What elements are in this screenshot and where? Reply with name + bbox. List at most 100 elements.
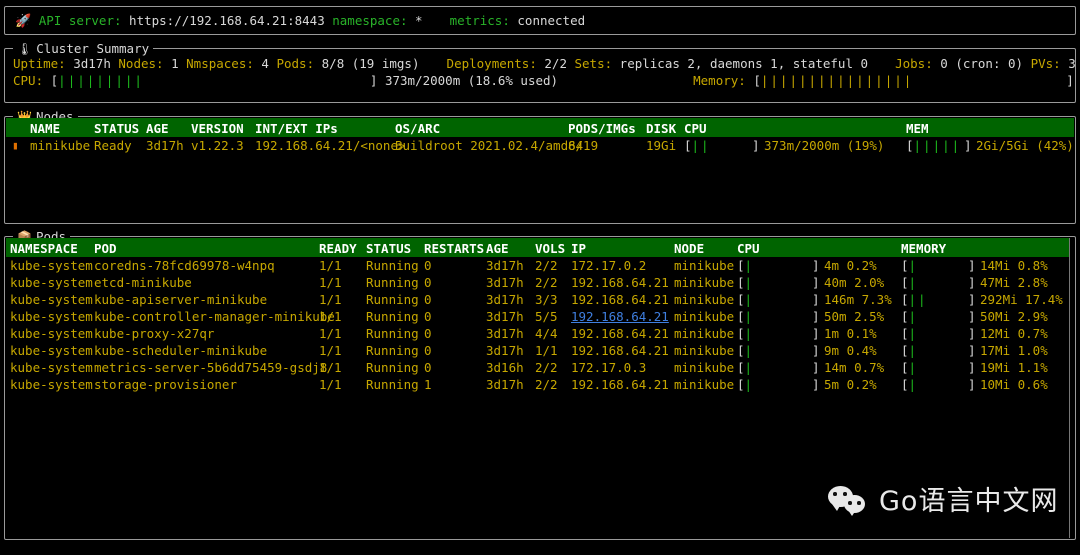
- pods-scrollbar[interactable]: [1069, 238, 1074, 538]
- pod-memory-gauge: [|: [901, 376, 918, 393]
- nodes-col-cpu[interactable]: CPU: [684, 120, 707, 137]
- pods-col-cpu[interactable]: CPU: [737, 240, 760, 257]
- pod-memory-bars: |: [909, 326, 919, 341]
- pod-memory-gauge: [|: [901, 342, 918, 359]
- pods-col-restarts[interactable]: RESTARTS: [424, 240, 484, 257]
- pod-cpu-bars: |: [745, 275, 755, 290]
- pod-restarts: 0: [424, 274, 432, 291]
- pod-namespace: kube-system: [10, 342, 93, 359]
- pod-memory-gauge-end: ]: [968, 342, 976, 359]
- pod-namespace: kube-system: [10, 376, 93, 393]
- pod-cpu-value: 50m 2.5%: [824, 308, 884, 325]
- pod-row[interactable]: kube-systemkube-proxy-x27qr1/1Running03d…: [6, 325, 1074, 342]
- nodes-value: 1: [171, 56, 179, 71]
- pod-row[interactable]: kube-systemkube-apiserver-minikube1/1Run…: [6, 291, 1074, 308]
- nodes-col-osarc[interactable]: OS/ARC: [395, 120, 440, 137]
- nodes-col-name[interactable]: NAME: [30, 120, 60, 137]
- pod-cpu-value: 1m 0.1%: [824, 325, 877, 342]
- pod-ip: 192.168.64.21: [571, 308, 669, 325]
- pods-col-ip[interactable]: IP: [571, 240, 586, 257]
- pod-age: 3d17h: [486, 342, 524, 359]
- namespace-value: *: [415, 13, 423, 28]
- pod-ready: 1/1: [319, 342, 342, 359]
- pod-vols: 2/2: [535, 376, 558, 393]
- pod-restarts: 0: [424, 291, 432, 308]
- pod-row[interactable]: kube-systemmetrics-server-5b6dd75459-gsd…: [6, 359, 1074, 376]
- node-row[interactable]: ▮ minikube Ready 3d17h v1.22.3 192.168.6…: [6, 137, 1074, 154]
- nodes-col-version[interactable]: VERSION: [191, 120, 244, 137]
- pod-node: minikube: [674, 342, 734, 359]
- api-info-row: 🚀 API server: https://192.168.64.21:8443…: [5, 7, 1075, 30]
- nodes-col-disk[interactable]: DISK: [646, 120, 676, 137]
- cluster-summary-line-2: CPU: [|||||||||] 373m/2000m (18.6% used)…: [13, 72, 1080, 89]
- pod-name: kube-apiserver-minikube: [94, 291, 267, 308]
- pod-cpu-gauge: [|: [737, 257, 754, 274]
- node-cpu-value: 373m/2000m (19%): [764, 137, 884, 154]
- cluster-summary-panel: 🌡 Cluster Summary Uptime: 3d17h Nodes: 1…: [4, 48, 1076, 103]
- pods-col-age[interactable]: AGE: [486, 240, 509, 257]
- pod-ip: 192.168.64.21: [571, 325, 669, 342]
- pod-cpu-value: 14m 0.7%: [824, 359, 884, 376]
- pod-status: Running: [366, 274, 419, 291]
- nodes-col-mem[interactable]: MEM: [906, 120, 929, 137]
- uptime-label: Uptime:: [13, 56, 66, 71]
- nmspaces-value: 4: [261, 56, 269, 71]
- pod-cpu-bars: |: [745, 377, 755, 392]
- pod-memory-gauge: [|: [901, 274, 918, 291]
- node-pods-imgs: 8/19: [568, 137, 598, 154]
- pod-memory-gauge: [|: [901, 359, 918, 376]
- nodes-col-ips[interactable]: INT/EXT IPs: [255, 120, 338, 137]
- pod-cpu-gauge-end: ]: [812, 291, 820, 308]
- pod-namespace: kube-system: [10, 325, 93, 342]
- pod-memory-gauge-end: ]: [968, 274, 976, 291]
- sets-value: replicas 2, daemons 1, stateful 0: [620, 56, 868, 71]
- pods-col-ready[interactable]: READY: [319, 240, 357, 257]
- pod-memory-bars: ||: [909, 292, 928, 307]
- pod-ip: 192.168.64.21: [571, 274, 669, 291]
- cpu-gauge-bars: |||||||||: [58, 73, 144, 88]
- pvs-label: PVs:: [1031, 56, 1061, 71]
- nmspaces-label: Nmspaces:: [186, 56, 254, 71]
- pod-age: 3d17h: [486, 257, 524, 274]
- pod-cpu-gauge-end: ]: [812, 308, 820, 325]
- nodes-col-podsimgs[interactable]: PODS/IMGs: [568, 120, 636, 137]
- cluster-summary-line-1: Uptime: 3d17h Nodes: 1 Nmspaces: 4 Pods:…: [13, 55, 1080, 72]
- pods-col-memory[interactable]: MEMORY: [901, 240, 946, 257]
- pod-ip: 172.17.0.2: [571, 257, 646, 274]
- pod-memory-gauge-end: ]: [968, 291, 976, 308]
- pod-cpu-gauge-end: ]: [812, 257, 820, 274]
- pod-restarts: 0: [424, 359, 432, 376]
- pods-col-namespace[interactable]: NAMESPACE: [10, 240, 78, 257]
- pods-col-node[interactable]: NODE: [674, 240, 704, 257]
- pod-status: Running: [366, 342, 419, 359]
- pods-col-vols[interactable]: VOLS: [535, 240, 565, 257]
- node-mem-gauge: [|||||: [906, 137, 961, 154]
- nodes-col-status[interactable]: STATUS: [94, 120, 139, 137]
- node-disk: 19Gi: [646, 137, 676, 154]
- pod-row[interactable]: kube-systemkube-scheduler-minikube1/1Run…: [6, 342, 1074, 359]
- pod-node: minikube: [674, 274, 734, 291]
- pods-col-pod[interactable]: POD: [94, 240, 117, 257]
- pod-cpu-gauge: [|: [737, 325, 754, 342]
- pvs-value: 3 (26Gi): [1068, 56, 1080, 71]
- pod-row[interactable]: kube-systemetcd-minikube1/1Running03d17h…: [6, 274, 1074, 291]
- pod-cpu-bars: |: [745, 292, 755, 307]
- pod-namespace: kube-system: [10, 359, 93, 376]
- pod-cpu-value: 5m 0.2%: [824, 376, 877, 393]
- pod-cpu-gauge: [|: [737, 359, 754, 376]
- pod-name: storage-provisioner: [94, 376, 237, 393]
- pod-restarts: 0: [424, 308, 432, 325]
- pod-row[interactable]: kube-systemkube-controller-manager-minik…: [6, 308, 1074, 325]
- pod-cpu-gauge-end: ]: [812, 274, 820, 291]
- pod-row[interactable]: kube-systemcoredns-78fcd69978-w4npq1/1Ru…: [6, 257, 1074, 274]
- nodes-col-age[interactable]: AGE: [146, 120, 169, 137]
- pods-col-status[interactable]: STATUS: [366, 240, 411, 257]
- pods-value: 8/8 (19 imgs): [322, 56, 420, 71]
- pod-vols: 2/2: [535, 274, 558, 291]
- pod-memory-bars: |: [909, 258, 919, 273]
- pod-cpu-gauge: [|: [737, 274, 754, 291]
- pod-node: minikube: [674, 359, 734, 376]
- pod-row[interactable]: kube-systemstorage-provisioner1/1Running…: [6, 376, 1074, 393]
- pod-age: 3d17h: [486, 376, 524, 393]
- pod-memory-bars: |: [909, 275, 919, 290]
